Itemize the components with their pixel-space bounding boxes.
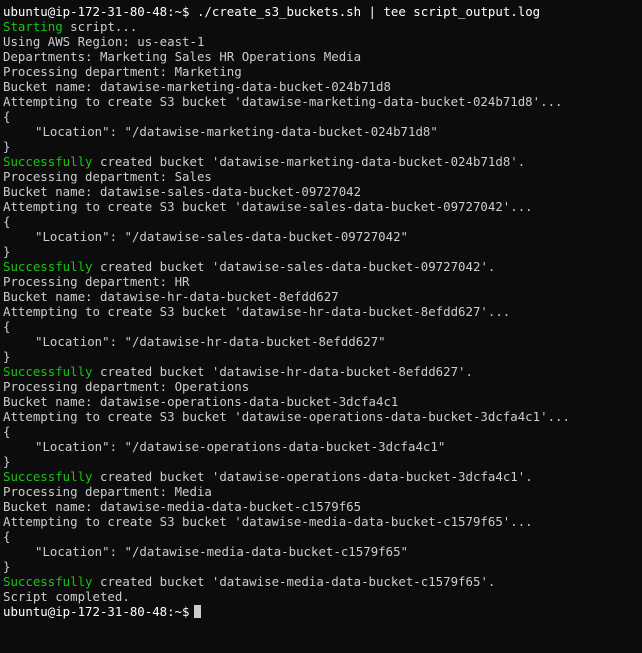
json-location: "Location": "/datawise-sales-data-bucket…: [35, 229, 408, 244]
json-brace-close: }: [3, 349, 11, 364]
output-line-bucket-name: Bucket name: datawise-media-data-bucket-…: [3, 499, 362, 514]
output-line-attempting: Attempting to create S3 bucket 'datawise…: [3, 514, 533, 529]
json-brace-close: }: [3, 454, 11, 469]
success-word: Successfully: [3, 469, 93, 484]
output-line-completed: Script completed.: [3, 589, 130, 604]
json-brace-open: {: [3, 109, 11, 124]
terminal-window[interactable]: ubuntu@ip-172-31-80-48:~$ ./create_s3_bu…: [0, 0, 642, 653]
output-line-success: Successfully created bucket 'datawise-me…: [3, 574, 642, 589]
success-rest: created bucket 'datawise-media-data-buck…: [92, 574, 496, 589]
output-line-attempting: Attempting to create S3 bucket 'datawise…: [3, 304, 511, 319]
text-cursor: [193, 605, 201, 618]
json-brace-open: {: [3, 529, 11, 544]
output-line-attempting: Attempting to create S3 bucket 'datawise…: [3, 409, 570, 424]
output-line-bucket-name: Bucket name: datawise-operations-data-bu…: [3, 394, 399, 409]
prompt: ubuntu@ip-172-31-80-48:~$: [3, 4, 190, 19]
success-rest: created bucket 'datawise-hr-data-bucket-…: [92, 364, 473, 379]
success-word: Successfully: [3, 259, 93, 274]
success-word: Successfully: [3, 364, 93, 379]
json-brace-close: }: [3, 559, 11, 574]
json-brace-open: {: [3, 424, 11, 439]
output-line-bucket-name: Bucket name: datawise-hr-data-bucket-8ef…: [3, 289, 339, 304]
json-brace-open: {: [3, 214, 11, 229]
success-rest: created bucket 'datawise-operations-data…: [92, 469, 533, 484]
output-line-attempting: Attempting to create S3 bucket 'datawise…: [3, 199, 533, 214]
output-line-departments: Departments: Marketing Sales HR Operatio…: [3, 49, 362, 64]
starting-word: Starting: [3, 19, 63, 34]
output-line-attempting: Attempting to create S3 bucket 'datawise…: [3, 94, 563, 109]
output-line-processing: Processing department: Operations: [3, 379, 250, 394]
json-brace-close: }: [3, 244, 11, 259]
output-line-success: Successfully created bucket 'datawise-op…: [3, 469, 642, 484]
json-location: "Location": "/datawise-hr-data-bucket-8e…: [35, 334, 386, 349]
output-line-region: Using AWS Region: us-east-1: [3, 34, 205, 49]
output-line-bucket-name: Bucket name: datawise-sales-data-bucket-…: [3, 184, 362, 199]
output-line-success: Successfully created bucket 'datawise-hr…: [3, 364, 642, 379]
success-word: Successfully: [3, 154, 93, 169]
output-line-processing: Processing department: Media: [3, 484, 212, 499]
output-line-starting: Starting script...: [3, 19, 642, 34]
prompt: ubuntu@ip-172-31-80-48:~$: [3, 604, 190, 619]
command-text: ./create_s3_buckets.sh | tee script_outp…: [196, 4, 541, 19]
output-line-success: Successfully created bucket 'datawise-sa…: [3, 259, 642, 274]
output-line-processing: Processing department: Marketing: [3, 64, 242, 79]
starting-rest: script...: [62, 19, 138, 34]
output-line-processing: Processing department: Sales: [3, 169, 212, 184]
json-brace-open: {: [3, 319, 11, 334]
output-line-success: Successfully created bucket 'datawise-ma…: [3, 154, 642, 169]
json-location: "Location": "/datawise-operations-data-b…: [35, 439, 446, 454]
input-prompt-line[interactable]: ubuntu@ip-172-31-80-48:~$: [3, 604, 642, 619]
output-line-processing: Processing department: HR: [3, 274, 190, 289]
output-line-bucket-name: Bucket name: datawise-marketing-data-buc…: [3, 79, 391, 94]
success-rest: created bucket 'datawise-marketing-data-…: [92, 154, 526, 169]
success-rest: created bucket 'datawise-sales-data-buck…: [92, 259, 496, 274]
json-location: "Location": "/datawise-media-data-bucket…: [35, 544, 408, 559]
command-line: ubuntu@ip-172-31-80-48:~$ ./create_s3_bu…: [3, 4, 642, 19]
json-location: "Location": "/datawise-marketing-data-bu…: [35, 124, 438, 139]
success-word: Successfully: [3, 574, 93, 589]
json-brace-close: }: [3, 139, 11, 154]
